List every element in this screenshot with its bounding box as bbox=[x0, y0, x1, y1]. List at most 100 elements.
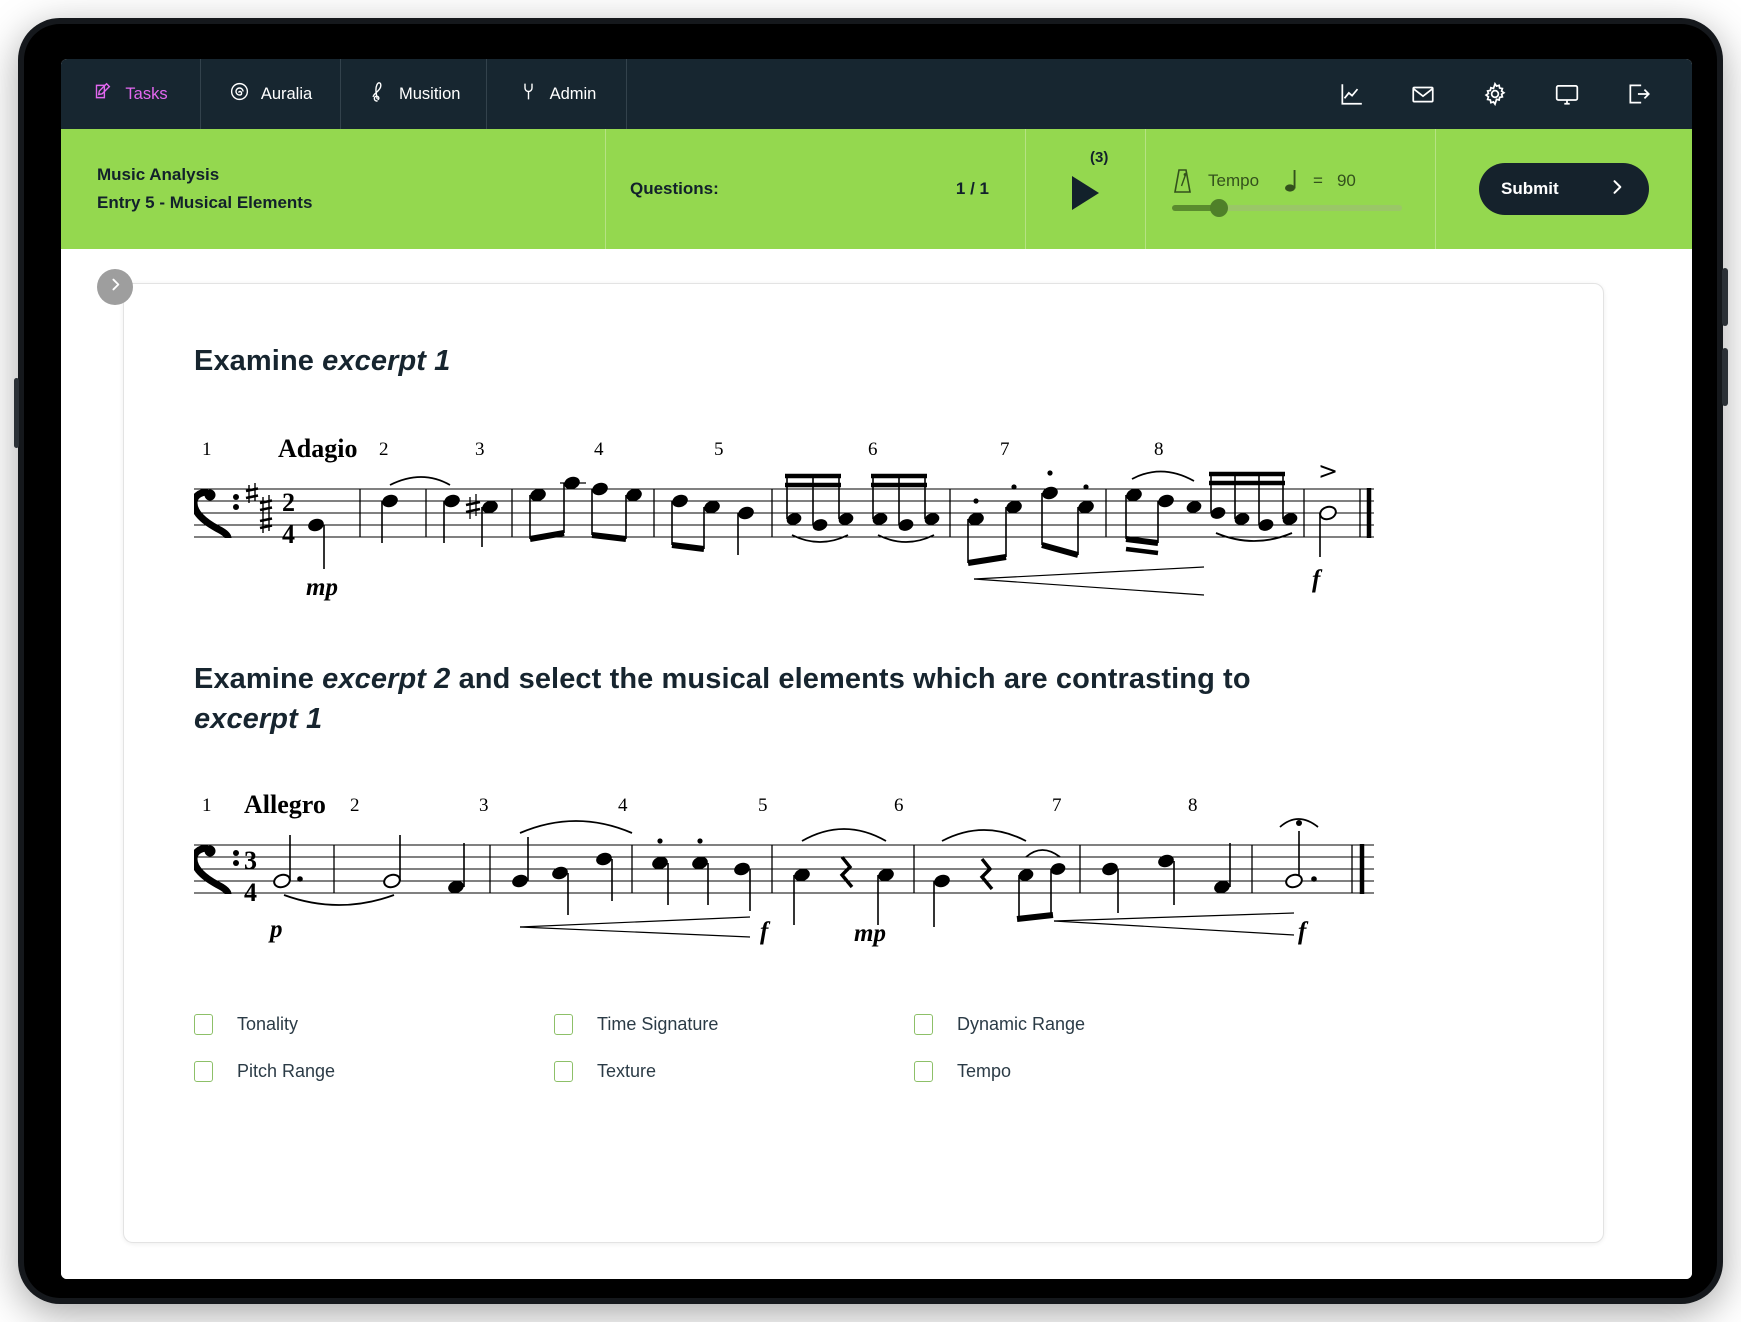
play-icon bbox=[1072, 176, 1099, 210]
checkbox-tonality[interactable] bbox=[194, 1014, 213, 1036]
svg-text:8: 8 bbox=[1188, 795, 1198, 816]
svg-text:8: 8 bbox=[1154, 439, 1164, 460]
nav-icon-group bbox=[1338, 59, 1692, 129]
svg-text:Adagio: Adagio bbox=[278, 434, 357, 463]
question-2-heading: Examine excerpt 2 and select the musical… bbox=[194, 660, 1354, 739]
svg-text:1: 1 bbox=[202, 795, 212, 816]
panel-collapse-button[interactable] bbox=[97, 269, 133, 305]
task-title: Music Analysis bbox=[97, 164, 220, 184]
tempo-slider-thumb[interactable] bbox=[1210, 199, 1228, 217]
checkbox-texture[interactable] bbox=[554, 1061, 573, 1083]
question-2-emphasis: excerpt 2 bbox=[322, 663, 451, 696]
svg-text:p: p bbox=[268, 916, 283, 943]
nav-tab-label: Admin bbox=[549, 84, 597, 103]
question-2-middle: and select the musical elements which ar… bbox=[450, 663, 1251, 696]
chart-icon[interactable] bbox=[1338, 81, 1364, 107]
question-1-heading: Examine excerpt 1 bbox=[194, 342, 1533, 381]
svg-text:5: 5 bbox=[714, 439, 724, 460]
quarter-rest bbox=[839, 856, 854, 889]
task-toolbar: Music Analysis Entry 5 - Musical Element… bbox=[61, 129, 1692, 249]
nav-tab-tasks[interactable]: Tasks bbox=[61, 59, 201, 129]
svg-text:3: 3 bbox=[475, 439, 485, 460]
checkbox-dynamic-range[interactable] bbox=[914, 1014, 933, 1036]
svg-text:f: f bbox=[760, 918, 771, 945]
question-card: Examine excerpt 1 1 2 3 4 5 6 7 8 Adagio… bbox=[123, 283, 1604, 1243]
device-frame: Tasks Auralia Musition Admin Music Analy… bbox=[14, 18, 1728, 1304]
questions-block: Questions: 1 / 1 bbox=[606, 129, 1026, 249]
option-tempo[interactable]: Tempo bbox=[914, 1061, 1274, 1083]
mail-icon[interactable] bbox=[1410, 81, 1436, 107]
svg-text:2: 2 bbox=[379, 439, 389, 460]
option-label: Tempo bbox=[957, 1061, 1012, 1082]
svg-text:7: 7 bbox=[1052, 795, 1062, 816]
svg-text:1: 1 bbox=[202, 439, 212, 460]
svg-text:f: f bbox=[1312, 566, 1323, 593]
nav-tab-auralia[interactable]: Auralia bbox=[201, 59, 341, 129]
svg-text:mp: mp bbox=[306, 574, 338, 601]
logout-icon[interactable] bbox=[1626, 81, 1652, 107]
gear-icon[interactable] bbox=[1482, 81, 1508, 107]
submit-block: Submit bbox=[1436, 129, 1692, 249]
option-tonality[interactable]: Tonality bbox=[194, 1014, 554, 1036]
play-button[interactable]: (3) bbox=[1026, 129, 1146, 249]
nav-tab-label: Tasks bbox=[125, 84, 168, 103]
question-2-emphasis-2: excerpt 1 bbox=[194, 702, 323, 735]
tempo-value: 90 bbox=[1336, 171, 1356, 190]
content-area: Examine excerpt 1 1 2 3 4 5 6 7 8 Adagio… bbox=[61, 249, 1692, 1279]
screen: Tasks Auralia Musition Admin Music Analy… bbox=[61, 59, 1692, 1279]
question-1-emphasis: excerpt 1 bbox=[322, 345, 451, 377]
questions-label: Questions: bbox=[630, 179, 719, 198]
checkbox-tempo[interactable] bbox=[914, 1061, 933, 1083]
checkbox-pitch-range[interactable] bbox=[194, 1061, 213, 1083]
option-label: Pitch Range bbox=[237, 1061, 336, 1082]
chevron-right-icon bbox=[1607, 177, 1627, 202]
device-button-right-2 bbox=[1722, 348, 1728, 406]
svg-text:3: 3 bbox=[479, 795, 489, 816]
quarter-rest bbox=[979, 858, 994, 891]
excerpt-1-score: 1 2 3 4 5 6 7 8 Adagio 2 4 mp > f bbox=[194, 427, 1533, 602]
checkbox-time-signature[interactable] bbox=[554, 1014, 573, 1036]
device-button-right-1 bbox=[1722, 268, 1728, 326]
svg-text:2: 2 bbox=[282, 488, 295, 517]
svg-text:4: 4 bbox=[594, 439, 604, 460]
treble-clef-icon bbox=[367, 80, 388, 108]
device-bezel: Tasks Auralia Musition Admin Music Analy… bbox=[24, 24, 1717, 1298]
svg-text:4: 4 bbox=[282, 520, 295, 549]
nav-tab-musition[interactable]: Musition bbox=[341, 59, 488, 129]
monitor-icon[interactable] bbox=[1554, 81, 1580, 107]
tempo-slider[interactable] bbox=[1172, 199, 1402, 217]
option-label: Time Signature bbox=[597, 1014, 719, 1035]
device-button-left bbox=[14, 378, 19, 448]
tempo-row: Tempo = 90 bbox=[1172, 167, 1409, 195]
excerpt-2-score: 1 2 3 4 5 6 7 8 Allegro 3 4 p f mp f bbox=[194, 785, 1533, 960]
option-texture[interactable]: Texture bbox=[554, 1061, 914, 1083]
quarter-note-icon bbox=[1285, 168, 1299, 194]
wrench-icon bbox=[518, 81, 539, 107]
musical-elements-options: Tonality Time Signature Dynamic Range Pi… bbox=[194, 1014, 1533, 1083]
option-time-signature[interactable]: Time Signature bbox=[554, 1014, 914, 1036]
option-label: Texture bbox=[597, 1061, 657, 1082]
svg-text:f: f bbox=[1298, 918, 1309, 945]
svg-text:mp: mp bbox=[854, 920, 886, 947]
nav-tab-admin[interactable]: Admin bbox=[487, 59, 628, 129]
option-dynamic-range[interactable]: Dynamic Range bbox=[914, 1014, 1274, 1036]
svg-text:Allegro: Allegro bbox=[244, 790, 326, 819]
tempo-control: Tempo = 90 bbox=[1146, 129, 1436, 249]
question-2-prefix: Examine bbox=[194, 663, 323, 696]
svg-text:>: > bbox=[1318, 457, 1338, 485]
pencil-square-icon bbox=[93, 81, 114, 107]
spiral-ear-icon bbox=[229, 81, 250, 107]
svg-text:2: 2 bbox=[350, 795, 360, 816]
submit-button[interactable]: Submit bbox=[1479, 163, 1649, 215]
svg-text:3: 3 bbox=[244, 846, 257, 875]
task-subtitle: Entry 5 - Musical Elements bbox=[97, 193, 313, 212]
chevron-right-icon bbox=[107, 276, 124, 298]
svg-text:6: 6 bbox=[894, 795, 904, 816]
svg-text:7: 7 bbox=[1000, 439, 1010, 460]
question-1-prefix: Examine bbox=[194, 345, 323, 377]
svg-text:5: 5 bbox=[758, 795, 768, 816]
option-pitch-range[interactable]: Pitch Range bbox=[194, 1061, 554, 1083]
questions-counter: 1 / 1 bbox=[955, 179, 989, 198]
nav-tab-label: Musition bbox=[399, 84, 461, 103]
